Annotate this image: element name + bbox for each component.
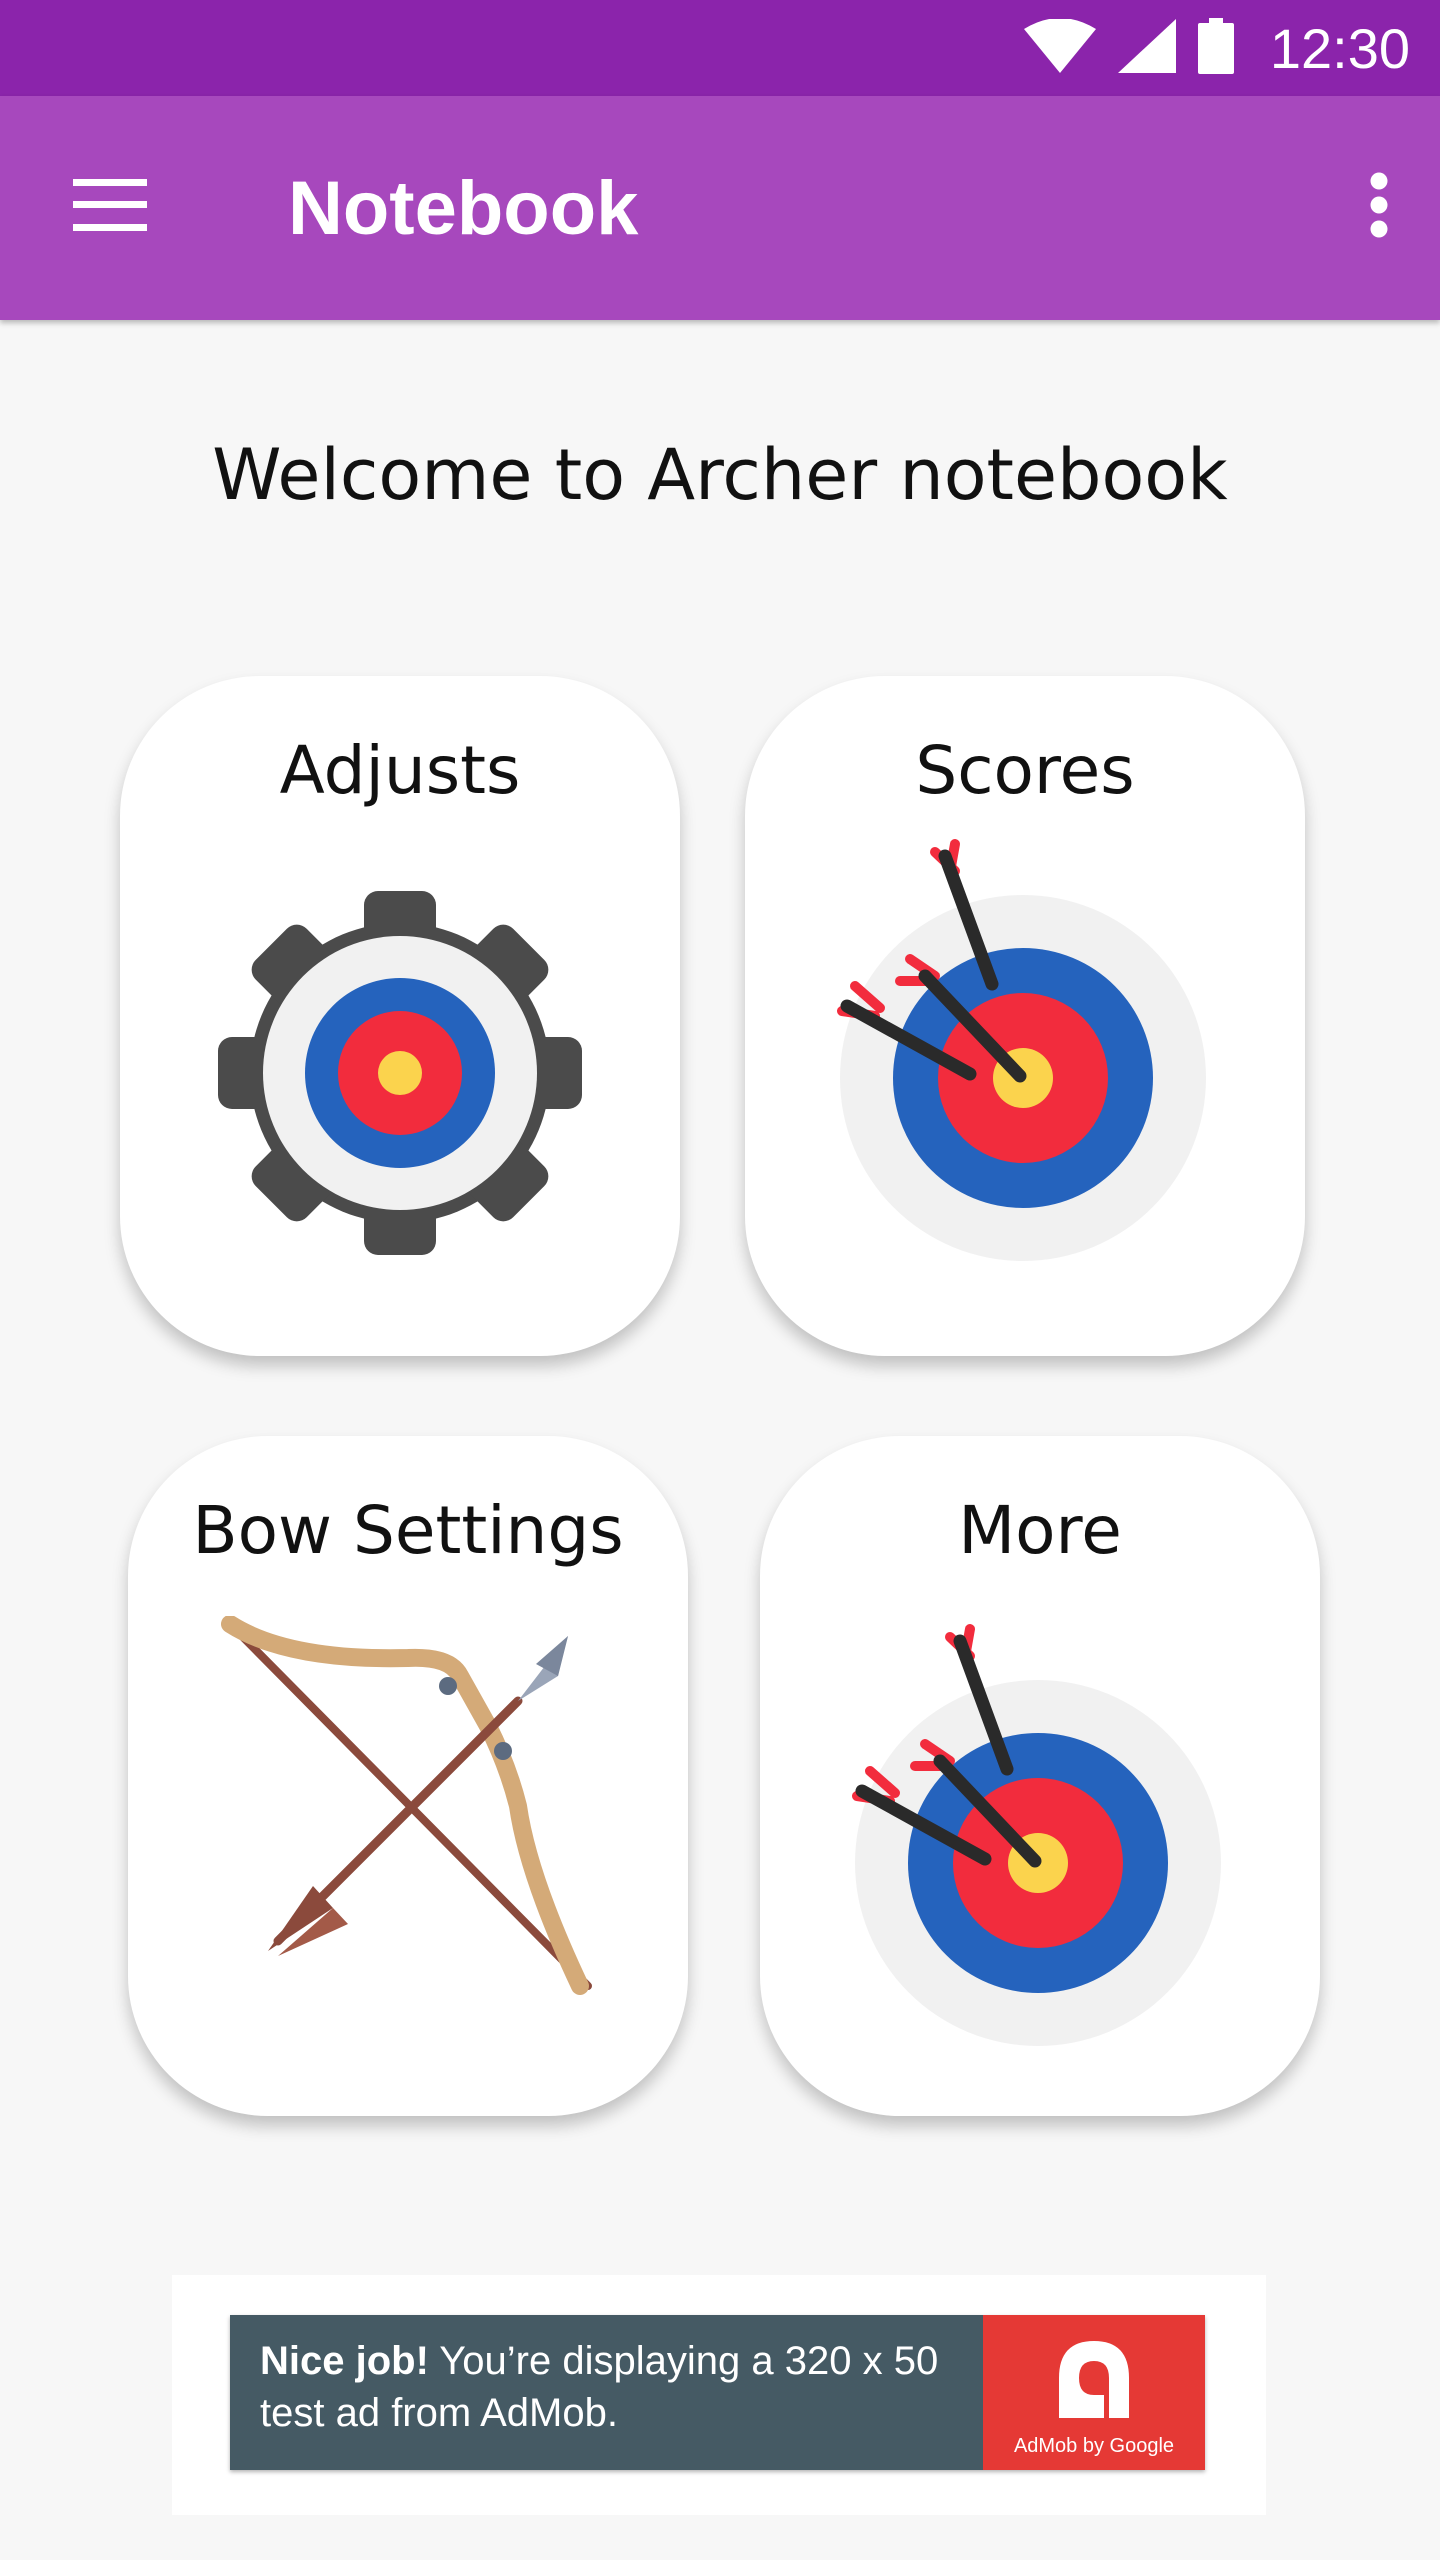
ad-content[interactable]: Nice job! You’re displaying a 320 x 50 t… [230, 2315, 1205, 2470]
adjusts-tile[interactable]: Adjusts [120, 676, 680, 1356]
scores-tile[interactable]: Scores [745, 676, 1305, 1356]
more-vert-icon [1369, 172, 1389, 242]
target-arrows-icon [837, 839, 1206, 1261]
bow-settings-tile[interactable]: Bow Settings [128, 1436, 688, 2116]
ad-text: Nice job! You’re displaying a 320 x 50 t… [260, 2335, 960, 2439]
app-bar: Notebook [0, 96, 1440, 320]
app-title: Notebook [288, 166, 639, 251]
wifi-icon [1023, 18, 1096, 77]
admob-icon [1059, 2341, 1129, 2418]
welcome-heading: Welcome to Archer notebook [212, 434, 1228, 516]
gear-target-icon [218, 891, 582, 1255]
more-tile[interactable]: More [760, 1436, 1320, 2116]
bow-arrow-icon [221, 1616, 592, 1995]
admob-logo: AdMob by Google [983, 2315, 1205, 2470]
ad-logo-caption: AdMob by Google [1013, 2435, 1175, 2457]
overflow-menu-button[interactable] [1344, 162, 1414, 252]
status-bar: 12:30 [0, 0, 1440, 96]
status-icons: 12:30 [1023, 0, 1410, 96]
adjusts-label: Adjusts [279, 732, 521, 809]
target-arrows-icon [852, 1624, 1221, 2046]
scores-label: Scores [915, 732, 1135, 809]
bow-settings-label: Bow Settings [192, 1492, 624, 1569]
battery-icon [1197, 18, 1234, 78]
cell-signal-icon [1117, 19, 1176, 77]
menu-button[interactable] [60, 162, 160, 252]
ad-banner[interactable]: Nice job! You’re displaying a 320 x 50 t… [172, 2275, 1266, 2515]
status-time: 12:30 [1269, 16, 1410, 80]
ad-headline: Nice job! [260, 2339, 429, 2383]
more-label: More [958, 1492, 1122, 1569]
hamburger-menu-icon [73, 179, 147, 235]
